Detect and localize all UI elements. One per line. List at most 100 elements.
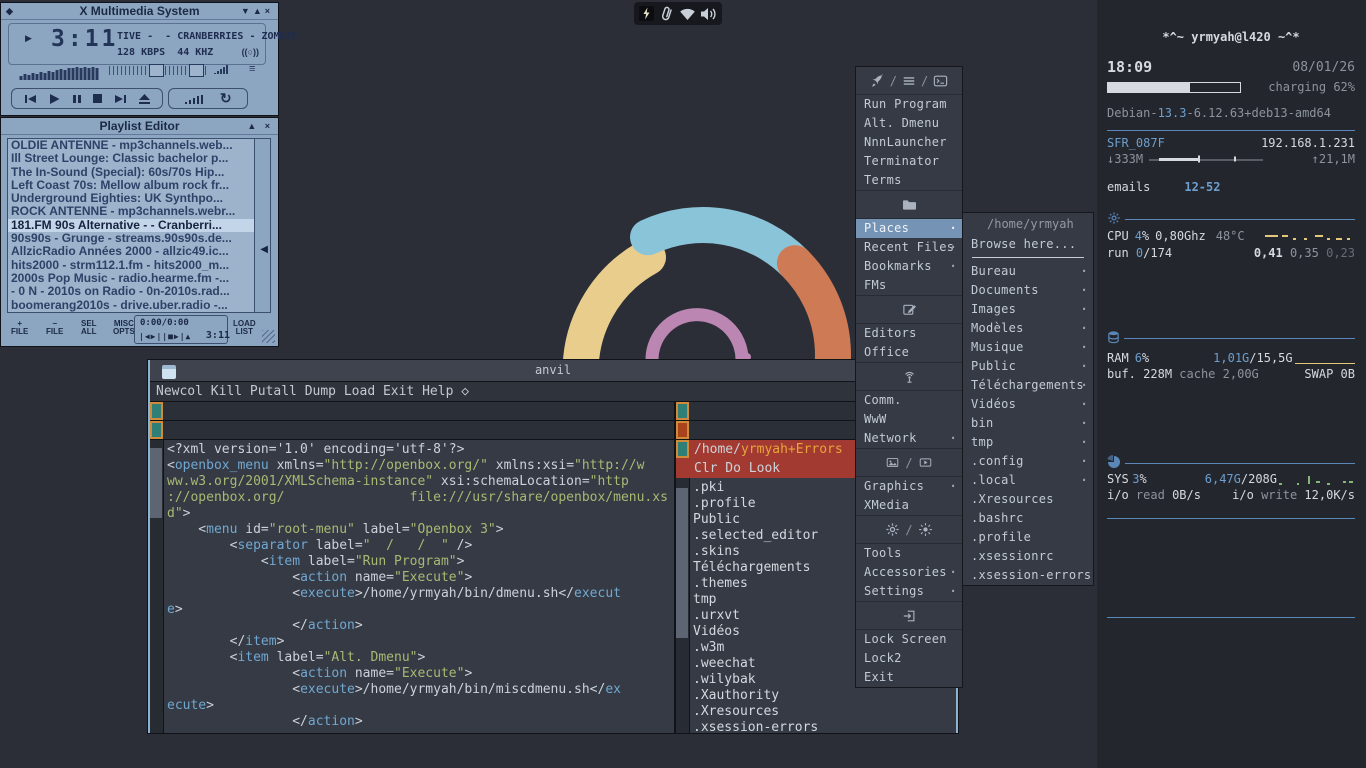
- prev-button[interactable]: [24, 94, 37, 104]
- left-scrollbar[interactable]: [150, 440, 164, 733]
- submenu-item-public[interactable]: Public·: [963, 357, 1093, 376]
- menu-item-xmedia[interactable]: XMedia: [856, 496, 962, 515]
- xml-editor-body[interactable]: <?xml version='1.0' encoding='utf-8'?><o…: [150, 440, 674, 733]
- playlist-toggle-icon[interactable]: ≡: [249, 63, 254, 75]
- left-scrollbar-thumb[interactable]: [150, 448, 162, 518]
- errors-tag-name[interactable]: yrmyah+Errors: [741, 442, 843, 457]
- stop-button[interactable]: [93, 94, 102, 103]
- code-line[interactable]: <item label="Run Program">: [167, 554, 674, 570]
- submenu-item-browse-here-[interactable]: Browse here...: [963, 235, 1093, 254]
- volume-bars-icon[interactable]: [213, 64, 229, 74]
- menu-item-network[interactable]: Network·: [856, 429, 962, 448]
- code-line[interactable]: d">: [167, 506, 674, 522]
- code-line[interactable]: <execute>/home/yrmyah/bin/dmenu.sh</exec…: [167, 586, 674, 602]
- playlist-item[interactable]: hits2000 - strm112.1.fm - hits2000_m...: [8, 259, 254, 272]
- menu-item-places[interactable]: Places·: [856, 219, 962, 238]
- menu-item-exit[interactable]: Exit: [856, 668, 962, 687]
- menu-item-tools[interactable]: Tools: [856, 544, 962, 563]
- submenu-item--config[interactable]: .config·: [963, 452, 1093, 471]
- errors-tag-path[interactable]: /home/: [694, 442, 741, 457]
- right-scrollbar[interactable]: [676, 478, 690, 733]
- submenu-item--xresources[interactable]: .Xresources: [963, 490, 1093, 509]
- menu-item-editors[interactable]: Editors: [856, 324, 962, 343]
- submenu-item-musique[interactable]: Musique·: [963, 338, 1093, 357]
- xmms-window-buttons[interactable]: ▼▲×: [241, 3, 273, 19]
- wifi-icon[interactable]: [679, 7, 696, 21]
- window-square-icon[interactable]: [676, 421, 689, 439]
- menu-item-fms[interactable]: FMs: [856, 276, 962, 295]
- playlist-window-buttons[interactable]: ▲ ×: [247, 118, 273, 134]
- menu-item-nnnlauncher[interactable]: NnnLauncher: [856, 133, 962, 152]
- playlist-titlebar[interactable]: Playlist Editor ▲ ×: [1, 118, 278, 135]
- menu-item-graphics[interactable]: Graphics·: [856, 477, 962, 496]
- code-line[interactable]: <item label="Alt. Dmenu">: [167, 650, 674, 666]
- playlist-item[interactable]: 90s90s - Grunge - streams.90s90s.de...: [8, 232, 254, 245]
- code-line[interactable]: <openbox_menu xmlns="http://openbox.org/…: [167, 458, 674, 474]
- menu-item-run-program[interactable]: Run Program: [856, 95, 962, 114]
- remove-file-button[interactable]: − FILE: [46, 320, 63, 336]
- file-entry[interactable]: .Xauthority: [693, 688, 956, 704]
- submenu-item-mod-les[interactable]: Modèles·: [963, 319, 1093, 338]
- menu-item-settings[interactable]: Settings·: [856, 582, 962, 601]
- submenu-item--bashrc[interactable]: .bashrc: [963, 509, 1093, 528]
- play-button[interactable]: [49, 94, 60, 104]
- menu-item-lock2[interactable]: Lock2: [856, 649, 962, 668]
- volume-slider-handle[interactable]: [189, 64, 204, 77]
- code-line[interactable]: ecute>: [167, 698, 674, 714]
- right-scrollbar-thumb[interactable]: [676, 488, 688, 638]
- playlist-item[interactable]: boomerang2010s - drive.uber.radio -...: [8, 299, 254, 312]
- submenu-item-tmp[interactable]: tmp·: [963, 433, 1093, 452]
- playlist-item[interactable]: - 0 N - 2010s on Radio - 0n-2010s.rad...: [8, 285, 254, 298]
- playlist-item[interactable]: Underground Eighties: UK Synthpo...: [8, 192, 254, 205]
- submenu-item--local[interactable]: .local·: [963, 471, 1093, 490]
- menu-item-bookmarks[interactable]: Bookmarks·: [856, 257, 962, 276]
- scrollbar-thumb-icon[interactable]: ◀: [260, 244, 268, 255]
- playlist-scrollbar[interactable]: ◀: [254, 138, 271, 313]
- code-line[interactable]: <separator label=" / / " />: [167, 538, 674, 554]
- file-entry[interactable]: .Xresources: [693, 704, 956, 720]
- eject-button[interactable]: [139, 94, 150, 104]
- menu-item-www[interactable]: WwW: [856, 410, 962, 429]
- battery-charging-icon[interactable]: [638, 5, 655, 22]
- playlist-item[interactable]: Ill Street Lounge: Classic bachelor p...: [8, 152, 254, 165]
- code-line[interactable]: ://openbox.org/ file:///usr/share/openbo…: [167, 490, 674, 506]
- code-line[interactable]: <action name="Execute">: [167, 570, 674, 586]
- playlist-item[interactable]: ROCK ANTENNE - mp3channels.webr...: [8, 205, 254, 218]
- code-line[interactable]: </item>: [167, 634, 674, 650]
- menu-item-lock-screen[interactable]: Lock Screen: [856, 630, 962, 649]
- menu-item-terms[interactable]: Terms: [856, 171, 962, 190]
- volume-icon[interactable]: [700, 7, 718, 21]
- seek-slider-handle[interactable]: [149, 64, 164, 77]
- playlist-item[interactable]: The In-Sound (Special): 60s/70s Hip...: [8, 166, 254, 179]
- code-line[interactable]: </action>: [167, 618, 674, 634]
- anvil-main-menu[interactable]: Newcol Kill Putall Dump Load Exit Help ◇: [150, 382, 956, 402]
- code-line[interactable]: <menu id="root-menu" label="Openbox 3">: [167, 522, 674, 538]
- menu-item-comm-[interactable]: Comm.: [856, 391, 962, 410]
- playlist-mini-transport[interactable]: |◀▶||■▶|▲: [139, 332, 191, 341]
- code-line[interactable]: <?xml version='1.0' encoding='utf-8'?>: [167, 442, 674, 458]
- menu-item-alt-dmenu[interactable]: Alt. Dmenu: [856, 114, 962, 133]
- submenu-item-bin[interactable]: bin·: [963, 414, 1093, 433]
- submenu-item-documents[interactable]: Documents·: [963, 281, 1093, 300]
- submenu-item-images[interactable]: Images·: [963, 300, 1093, 319]
- pause-button[interactable]: [72, 94, 82, 104]
- window-square-icon[interactable]: [676, 440, 689, 458]
- add-file-button[interactable]: + FILE: [11, 320, 28, 336]
- next-button[interactable]: [114, 94, 127, 104]
- code-line[interactable]: <execute>/home/yrmyah/bin/miscdmenu.sh</…: [167, 682, 674, 698]
- submenu-item-t-l-chargements[interactable]: Téléchargements·: [963, 376, 1093, 395]
- menu-item-recent-files[interactable]: Recent Files·: [856, 238, 962, 257]
- playlist-item[interactable]: AllzicRadio Années 2000 - allzic49.ic...: [8, 245, 254, 258]
- column-square-icon[interactable]: [676, 402, 689, 420]
- playlist-item[interactable]: Left Coast 70s: Mellow album rock fr...: [8, 179, 254, 192]
- menu-item-accessories[interactable]: Accessories·: [856, 563, 962, 582]
- repeat-icon[interactable]: ↻: [220, 90, 232, 107]
- misc-options-button[interactable]: MISC OPTS: [113, 320, 135, 336]
- resize-grip[interactable]: [262, 330, 275, 343]
- left-column-tag[interactable]: New Cut Paste Snarf Zerox Delcol: [150, 402, 674, 421]
- xmms-titlebar[interactable]: ◆ X Multimedia System ▼▲×: [1, 3, 278, 20]
- column-square-icon[interactable]: [150, 402, 163, 420]
- playlist-item[interactable]: 2000s Pop Music - radio.hearme.fm -...: [8, 272, 254, 285]
- submenu-item--profile[interactable]: .profile: [963, 528, 1093, 547]
- code-line[interactable]: ww.w3.org/2001/XMLSchema-instance" xsi:s…: [167, 474, 674, 490]
